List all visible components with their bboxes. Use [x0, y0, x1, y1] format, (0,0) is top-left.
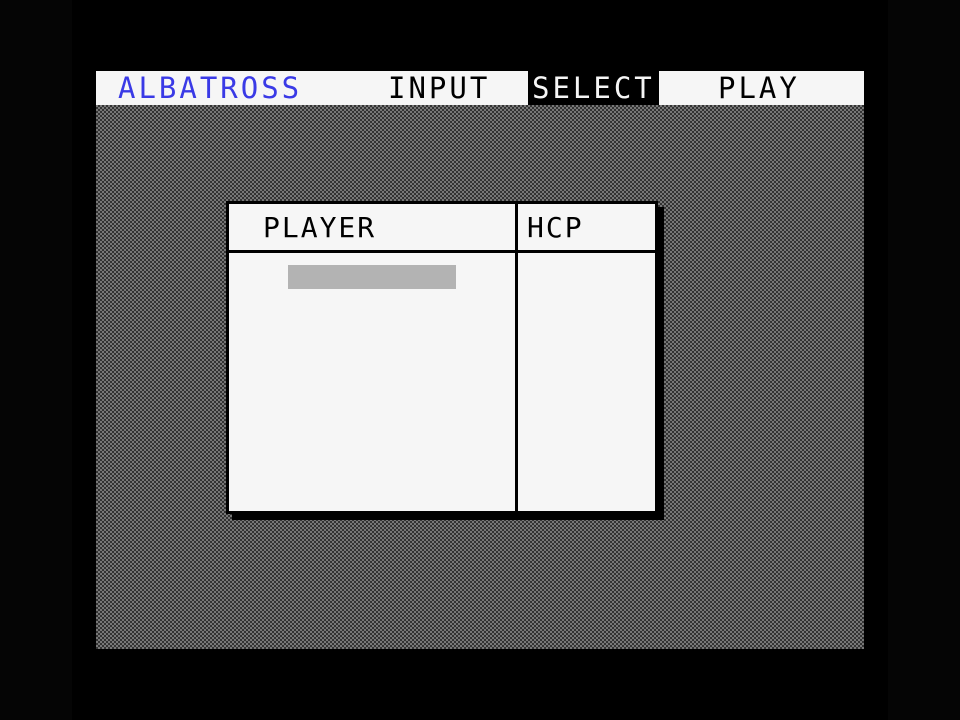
column-header-hcp: HCP: [527, 211, 584, 244]
game-screen: ALBATROSS INPUT SELECT PLAY PLAYER HCP: [0, 0, 960, 720]
right-border: [888, 0, 960, 720]
app-title: ALBATROSS: [118, 71, 303, 105]
header-divider: [229, 250, 655, 253]
column-header-player: PLAYER: [263, 211, 377, 244]
player-table: PLAYER HCP: [226, 201, 658, 514]
menu-bar: ALBATROSS INPUT SELECT PLAY: [96, 71, 864, 105]
column-divider: [515, 204, 518, 511]
menu-item-play[interactable]: PLAY: [718, 71, 800, 105]
menu-item-select[interactable]: SELECT: [528, 71, 659, 105]
selection-cursor[interactable]: [288, 265, 456, 289]
left-border: [0, 0, 72, 720]
menu-item-input[interactable]: INPUT: [388, 71, 490, 105]
